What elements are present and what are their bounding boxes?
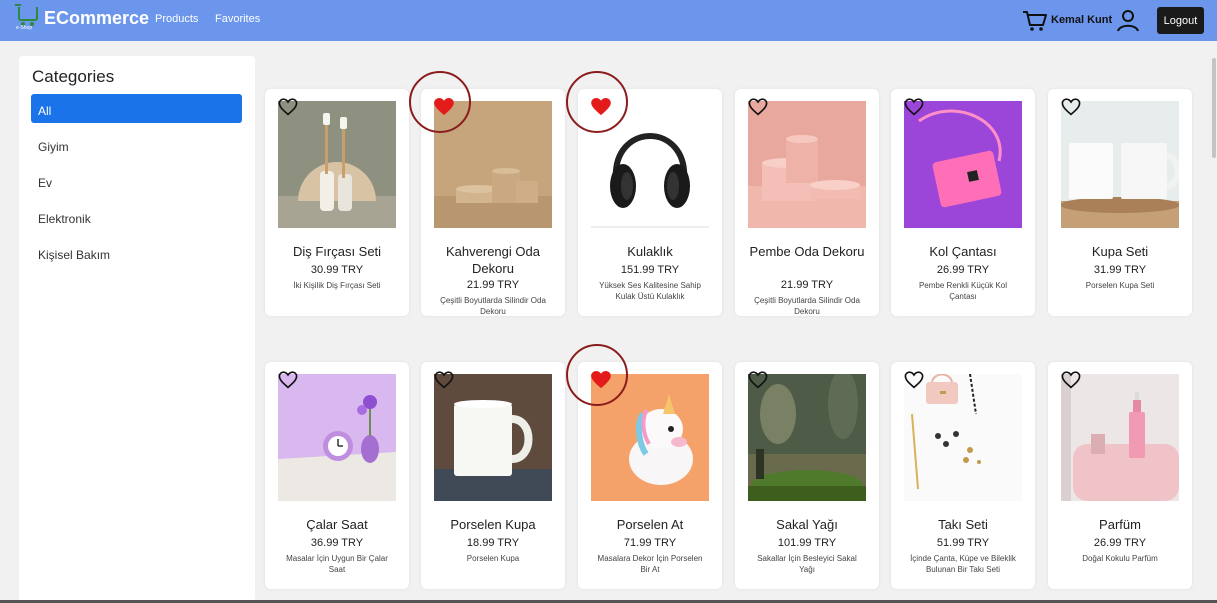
top-navbar: e-Shop ECommerce Products Favorites Kema… — [0, 0, 1217, 41]
user-name[interactable]: Kemal Kunt — [1051, 14, 1112, 26]
category-elektronik[interactable]: Elektronik — [31, 202, 242, 231]
brand-name: ECommerce — [44, 7, 150, 28]
product-name: Sakal Yağı — [776, 517, 838, 532]
product-card[interactable]: Porselen Kupa 18.99 TRY Porselen Kupa — [421, 362, 565, 589]
product-card[interactable]: Kupa Seti 31.99 TRY Porselen Kupa Seti — [1048, 89, 1192, 316]
product-price: 151.99 TRY — [620, 264, 680, 276]
brand-sub-label: e-Shop — [16, 25, 33, 31]
product-name: Pembe Oda Dekoru — [749, 244, 865, 259]
product-name: Porselen Kupa — [450, 517, 536, 532]
product-image[interactable] — [278, 101, 396, 228]
product-description: Masalara Dekor İçin Porselen Bir At — [597, 554, 703, 574]
nav-favorites-link[interactable]: Favorites — [215, 13, 260, 25]
product-description: Porselen Kupa — [466, 554, 520, 563]
category-giyim[interactable]: Giyim — [31, 130, 242, 159]
product-name: Kahverengi Oda Dekoru — [446, 244, 540, 276]
product-image[interactable] — [1061, 374, 1179, 501]
product-description: Sakallar İçin Besleyici Sakal Yağı — [757, 554, 857, 574]
favorite-heart-icon[interactable] — [904, 98, 924, 116]
product-price: 101.99 TRY — [777, 537, 837, 549]
favorite-heart-icon[interactable] — [748, 371, 768, 389]
product-description: Yüksek Ses Kalitesine Sahip Kulak Üstü K… — [599, 281, 701, 301]
product-name: Kulaklık — [627, 244, 673, 259]
product-name: Parfüm — [1099, 517, 1141, 532]
product-description: Porselen Kupa Seti — [1085, 281, 1155, 290]
product-image[interactable] — [904, 101, 1022, 228]
product-description: Masalar İçin Uygun Bir Çalar Saat — [286, 554, 388, 574]
product-price: 51.99 TRY — [936, 537, 990, 549]
cart-logo-icon: e-Shop — [15, 4, 38, 31]
product-price: 36.99 TRY — [310, 537, 364, 549]
product-price: 26.99 TRY — [936, 264, 990, 276]
product-price: 26.99 TRY — [1093, 537, 1147, 549]
product-image[interactable] — [434, 374, 552, 501]
product-image[interactable] — [278, 374, 396, 501]
product-price: 30.99 TRY — [310, 264, 364, 276]
product-card[interactable]: Sakal Yağı 101.99 TRY Sakallar İçin Besley… — [735, 362, 879, 589]
favorite-heart-icon[interactable] — [434, 371, 454, 389]
favorite-highlight-circle — [566, 71, 628, 133]
product-price: 18.99 TRY — [466, 537, 520, 549]
product-name: Diş Fırçası Seti — [292, 244, 382, 259]
product-price: 21.99 TRY — [780, 279, 834, 291]
product-price: 71.99 TRY — [623, 537, 677, 549]
product-name: Kol Çantası — [929, 244, 997, 259]
product-card[interactable]: Diş Fırçası Seti 30.99 TRY İki Kişilik Diş… — [265, 89, 409, 316]
product-image[interactable] — [1061, 101, 1179, 228]
favorite-heart-icon[interactable] — [904, 371, 924, 389]
logout-button[interactable]: Logout — [1157, 7, 1204, 34]
favorite-heart-icon[interactable] — [1061, 98, 1081, 116]
category-kisisel-bakim[interactable]: Kişisel Bakım — [31, 238, 242, 267]
product-card[interactable]: Takı Seti 51.99 TRY İçinde Çanta, Küpe ve … — [891, 362, 1035, 589]
product-name: Kupa Seti — [1091, 244, 1149, 259]
categories-title: Categories — [32, 67, 115, 86]
user-icon[interactable] — [1116, 8, 1140, 32]
favorite-heart-icon[interactable] — [1061, 371, 1081, 389]
product-card[interactable]: Parfüm 26.99 TRY Doğal Kokulu Parfüm — [1048, 362, 1192, 589]
product-image[interactable] — [904, 374, 1022, 501]
product-price: 21.99 TRY — [466, 279, 520, 291]
product-card[interactable]: Çalar Saat 36.99 TRY Masalar İçin Uygun Bi… — [265, 362, 409, 589]
brand-logo-link[interactable]: e-Shop ECommerce — [15, 4, 150, 31]
favorite-highlight-circle — [409, 71, 471, 133]
product-description: Pembe Renkli Küçük Kol Çantası — [918, 281, 1008, 301]
product-price: 31.99 TRY — [1093, 264, 1147, 276]
scrollbar-thumb[interactable] — [1212, 58, 1216, 158]
product-description: Çeşitli Boyutlarda Silindir Oda Dekoru — [754, 296, 860, 316]
product-image[interactable] — [748, 374, 866, 501]
product-description: İki Kişilik Diş Fırçası Seti — [293, 281, 381, 290]
product-name: Takı Seti — [938, 517, 988, 532]
category-ev[interactable]: Ev — [31, 166, 242, 195]
favorite-heart-icon[interactable] — [278, 98, 298, 116]
product-description: İçinde Çanta, Küpe ve Bileklik Bulunan B… — [910, 554, 1016, 574]
category-all[interactable]: All — [31, 94, 242, 123]
categories-sidebar: Categories All Giyim Ev Elektronik Kişis… — [19, 56, 255, 603]
product-name: Porselen At — [616, 517, 684, 532]
product-name: Çalar Saat — [306, 517, 368, 532]
product-card[interactable]: Pembe Oda Dekoru 21.99 TRY Çeşitli Boyutla… — [735, 89, 879, 316]
shopping-cart-icon[interactable] — [1022, 9, 1048, 33]
product-description: Çeşitli Boyutlarda Silindir Oda Dekoru — [440, 296, 546, 316]
product-card[interactable]: Kol Çantası 26.99 TRY Pembe Renkli Küçük K… — [891, 89, 1035, 316]
product-image[interactable] — [748, 101, 866, 228]
nav-products-link[interactable]: Products — [155, 13, 198, 25]
product-description: Doğal Kokulu Parfüm — [1082, 554, 1158, 563]
favorite-heart-icon[interactable] — [748, 98, 768, 116]
favorite-heart-icon[interactable] — [278, 371, 298, 389]
favorite-highlight-circle — [566, 344, 628, 406]
